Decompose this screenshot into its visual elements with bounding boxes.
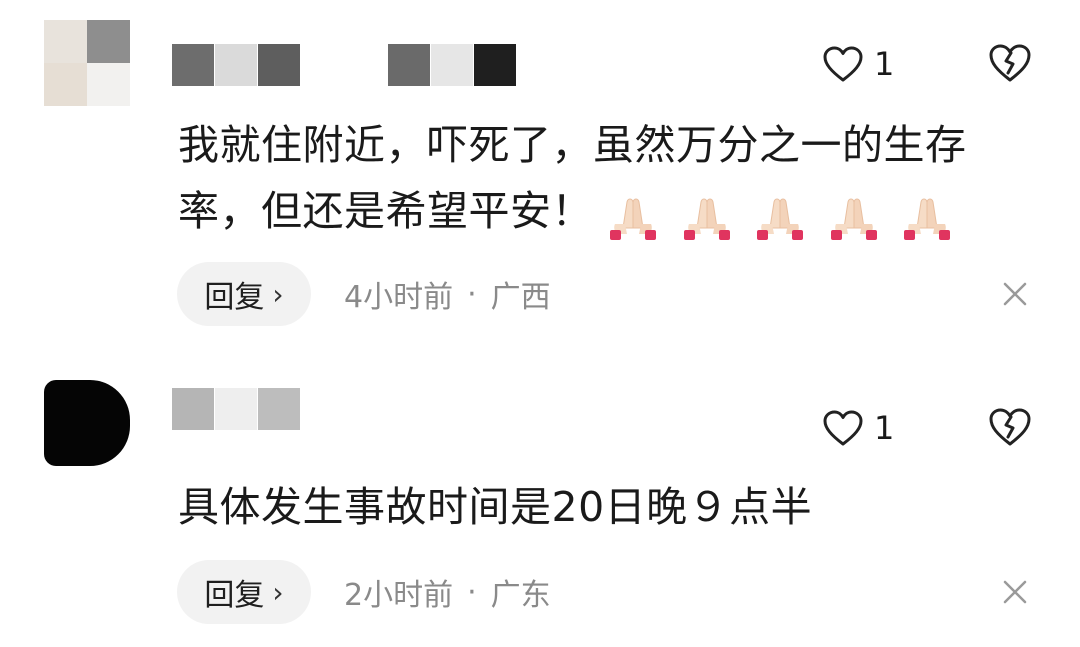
close-x-icon bbox=[1000, 577, 1030, 607]
username-redacted[interactable] bbox=[172, 388, 302, 430]
heart-outline-icon bbox=[822, 45, 864, 83]
folded-hands-emoji bbox=[828, 194, 880, 240]
broken-heart-icon bbox=[987, 406, 1033, 448]
comment-item: 1 我就住附近，吓死了，虽然万分之一的生存 率，但还是希望平安！ 回复 › 4小… bbox=[0, 0, 1080, 340]
comment-time: 2小时前 bbox=[344, 578, 454, 613]
comment-location: 广东 bbox=[490, 578, 551, 613]
comment-meta: 2小时前 · 广东 bbox=[344, 560, 551, 624]
comment-item: 1 具体发生事故时间是20日晚９点半 回复 › 2小时前 · 广东 bbox=[0, 350, 1080, 647]
comment-location: 广西 bbox=[490, 280, 551, 315]
username-redacted[interactable] bbox=[172, 44, 518, 86]
reply-label: 回复 bbox=[204, 280, 265, 315]
dislike-button[interactable] bbox=[987, 406, 1033, 448]
reply-button[interactable]: 回复 › bbox=[177, 262, 311, 326]
comment-text-line: 率，但还是希望平安！ bbox=[178, 178, 1048, 247]
dismiss-button[interactable] bbox=[1000, 279, 1030, 309]
comment-text-line: 我就住附近，吓死了，虽然万分之一的生存 bbox=[178, 121, 967, 169]
broken-heart-icon bbox=[987, 42, 1033, 84]
folded-hands-emoji bbox=[681, 194, 733, 240]
like-button[interactable]: 1 bbox=[822, 408, 894, 448]
folded-hands-emoji bbox=[607, 194, 659, 240]
comment-text: 具体发生事故时间是20日晚９点半 bbox=[178, 474, 1048, 540]
chevron-right-icon: › bbox=[272, 575, 284, 609]
reply-label: 回复 bbox=[204, 578, 265, 613]
folded-hands-emoji bbox=[901, 194, 953, 240]
meta-separator: · bbox=[467, 276, 477, 312]
emoji-group bbox=[607, 181, 961, 247]
comment-text-segment: 率，但还是希望平安！ bbox=[178, 187, 593, 235]
like-button[interactable]: 1 bbox=[822, 44, 894, 84]
avatar[interactable] bbox=[44, 20, 130, 106]
close-x-icon bbox=[1000, 279, 1030, 309]
meta-separator: · bbox=[467, 574, 477, 610]
comment-text: 我就住附近，吓死了，虽然万分之一的生存 率，但还是希望平安！ bbox=[178, 112, 1048, 247]
chevron-right-icon: › bbox=[272, 277, 284, 311]
comment-meta: 4小时前 · 广西 bbox=[344, 262, 551, 326]
folded-hands-emoji bbox=[754, 194, 806, 240]
heart-outline-icon bbox=[822, 409, 864, 447]
comment-text-line: 具体发生事故时间是20日晚９点半 bbox=[178, 483, 813, 531]
avatar[interactable] bbox=[44, 380, 130, 466]
like-count: 1 bbox=[874, 409, 895, 447]
comment-time: 4小时前 bbox=[344, 280, 454, 315]
reply-button[interactable]: 回复 › bbox=[177, 560, 311, 624]
dismiss-button[interactable] bbox=[1000, 577, 1030, 607]
dislike-button[interactable] bbox=[987, 42, 1033, 84]
like-count: 1 bbox=[874, 45, 895, 83]
